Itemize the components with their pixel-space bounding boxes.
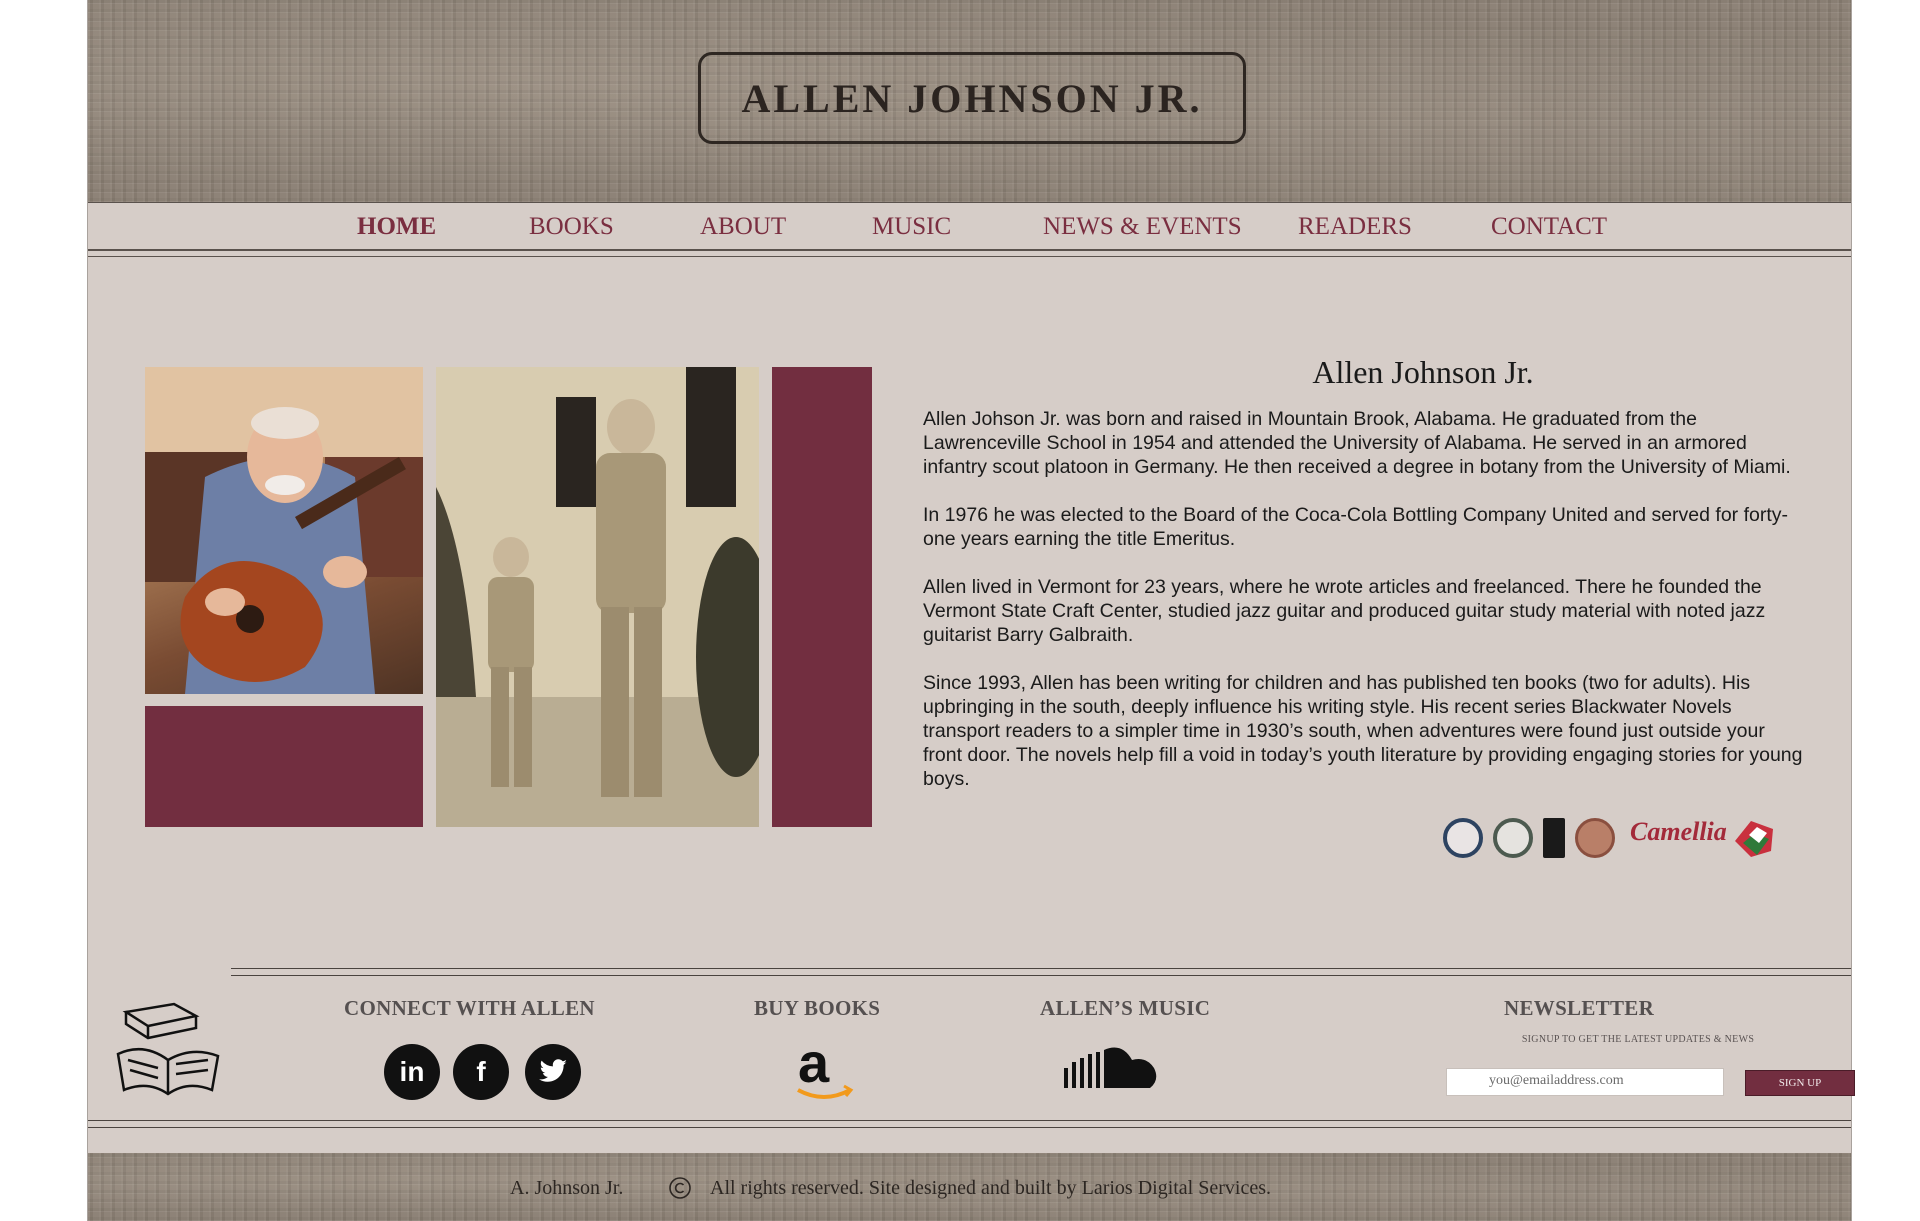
- footer-divider: [231, 968, 1851, 969]
- svg-text:a: a: [798, 1036, 830, 1094]
- footer-divider: [231, 975, 1851, 976]
- camellia-flower-icon: [1735, 821, 1773, 857]
- amazon-icon[interactable]: a: [792, 1036, 856, 1104]
- award-badges: Camellia: [1443, 815, 1773, 861]
- site-logo-text: ALLEN JOHNSON JR.: [741, 75, 1203, 121]
- nav-contact[interactable]: CONTACT: [1491, 213, 1607, 241]
- footer-bottom-divider: [88, 1127, 1851, 1128]
- award-book-icon: [1543, 818, 1565, 858]
- footer-bottom-divider: [88, 1120, 1851, 1121]
- newsletter-subtext: SIGNUP TO GET THE LATEST UPDATES & NEWS: [1521, 1034, 1755, 1045]
- soundcloud-icon[interactable]: [1062, 1044, 1162, 1094]
- accent-block-lower: [145, 706, 423, 827]
- about-title: Allen Johnson Jr.: [1312, 354, 1534, 390]
- nav-divider: [88, 256, 1851, 257]
- page: ALLEN JOHNSON JR. HOME BOOKS ABOUT MUSIC…: [88, 0, 1855, 1221]
- about-paragraph: Since 1993, Allen has been writing for c…: [923, 672, 1803, 790]
- award-seal-icon: [1443, 818, 1483, 858]
- award-seal-icon: [1493, 818, 1533, 858]
- newsletter-heading: NEWSLETTER: [1504, 996, 1655, 1020]
- newsletter-signup-button[interactable]: SIGN UP: [1745, 1070, 1855, 1096]
- linkedin-icon[interactable]: in: [384, 1044, 440, 1100]
- site-header: ALLEN JOHNSON JR.: [88, 0, 1851, 202]
- nav-home[interactable]: HOME: [357, 213, 436, 241]
- newsletter-email-field[interactable]: you@emailaddress.com: [1446, 1068, 1724, 1096]
- facebook-icon[interactable]: f: [453, 1044, 509, 1100]
- about-paragraph: In 1976 he was elected to the Board of t…: [923, 504, 1788, 550]
- photo-vintage-art: [436, 367, 759, 827]
- photo-vintage-father-son: [436, 367, 759, 827]
- twitter-icon[interactable]: [525, 1044, 581, 1100]
- about-paragraph: Allen Johson Jr. was born and raised in …: [923, 408, 1791, 478]
- site-logo[interactable]: ALLEN JOHNSON JR.: [698, 52, 1246, 144]
- photo-allen-guitar: [145, 367, 423, 694]
- books-stack-icon: [116, 1002, 220, 1096]
- nav-news-events[interactable]: NEWS & EVENTS: [1043, 213, 1242, 241]
- music-heading: ALLEN’S MUSIC: [1040, 996, 1211, 1020]
- about-body: Allen Johson Jr. was born and raised in …: [923, 407, 1803, 815]
- nav-music[interactable]: MUSIC: [872, 213, 951, 241]
- award-ip-medal-icon: [1575, 818, 1615, 858]
- copyright-text: All rights reserved. Site designed and b…: [710, 1177, 1271, 1199]
- connect-heading: CONNECT WITH ALLEN: [344, 996, 595, 1020]
- photo-allen-guitar-art: [145, 367, 423, 694]
- nav-books[interactable]: BOOKS: [529, 213, 614, 241]
- accent-block-side: [772, 367, 872, 827]
- copyright-icon: [669, 1177, 691, 1199]
- copyright-name: A. Johnson Jr.: [510, 1177, 624, 1199]
- buy-books-heading: BUY BOOKS: [754, 996, 881, 1020]
- about-paragraph: Allen lived in Vermont for 23 years, whe…: [923, 576, 1766, 646]
- twitter-bird-icon: [539, 1059, 567, 1082]
- nav-readers[interactable]: READERS: [1298, 213, 1412, 241]
- nav-about[interactable]: ABOUT: [700, 213, 786, 241]
- camellia-award-logo: Camellia: [1630, 817, 1727, 846]
- main-nav: HOME BOOKS ABOUT MUSIC NEWS & EVENTS REA…: [88, 202, 1851, 251]
